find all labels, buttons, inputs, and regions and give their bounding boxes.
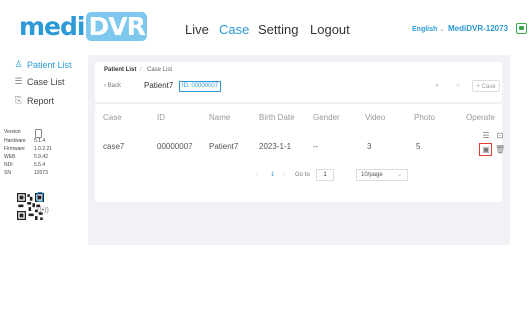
next-page-button[interactable]: ›: [283, 172, 285, 178]
patient-name: Patient7: [144, 81, 174, 90]
info-version: Version: [4, 129, 21, 135]
sidebar-item-patient-list[interactable]: ♙ Patient List: [14, 59, 72, 70]
column-header-operate: Operate: [466, 113, 495, 122]
sidebar-item-report[interactable]: ⎘ Report: [14, 95, 54, 106]
cell-birth-date: 2023-1-1: [259, 142, 292, 151]
sidebar-item-label: Report: [27, 95, 55, 106]
column-header-name: Name: [209, 113, 231, 122]
add-case-button[interactable]: + Case: [472, 80, 500, 92]
medidvr-logo: medi DVR: [19, 12, 147, 41]
prev-page-button[interactable]: ‹: [256, 172, 258, 178]
column-header-birth-date: Birth Date: [259, 113, 295, 122]
search-icon[interactable]: ⌕: [431, 80, 443, 92]
sidebar-item-label: Case List: [27, 76, 65, 87]
delete-icon[interactable]: 🗑: [495, 145, 505, 155]
top-bar: medi DVR Live Case Setting Logout English…: [0, 0, 530, 50]
page-number-current[interactable]: 1: [271, 172, 274, 178]
device-status-icon: [516, 23, 527, 34]
cell-id: 00000007: [157, 142, 193, 151]
nav-case[interactable]: Case: [219, 22, 249, 38]
cell-video-count: 3: [367, 142, 372, 151]
cell-photo-count: 5: [416, 142, 421, 151]
info-firmware: Firmware 1.0.2.21: [4, 146, 53, 152]
cell-name: Patient7: [209, 142, 239, 151]
info-hardware: Hardware 5.1.4: [4, 138, 46, 144]
goto-page-input[interactable]: 1: [316, 169, 334, 181]
back-button[interactable]: ‹ Back: [104, 83, 121, 89]
info-sn: SN 12073: [4, 170, 48, 176]
patient-id-badge: ID: 00000007: [179, 81, 222, 92]
manual-icon[interactable]: [35, 129, 42, 138]
report-icon: ⎘: [14, 95, 23, 105]
column-header-id: ID: [157, 113, 165, 122]
mobile-icon: [37, 192, 43, 202]
column-header-video: Video: [365, 113, 386, 122]
list-icon: ☰: [14, 76, 23, 86]
nav-logout[interactable]: Logout: [310, 22, 350, 38]
cell-gender: --: [313, 142, 319, 151]
column-header-case: Case: [103, 113, 122, 122]
person-icon: ♙: [14, 59, 23, 69]
device-name: MediDVR-12073: [448, 24, 509, 33]
sidebar-item-label: Patient List: [27, 59, 72, 70]
info-ndi: NDI 5.5.4: [4, 162, 46, 168]
report-edit-icon[interactable]: ▣: [481, 145, 491, 155]
column-header-gender: Gender: [313, 113, 340, 122]
breadcrumb-case-list: Case List: [147, 67, 173, 73]
column-header-photo: Photo: [414, 113, 435, 122]
detail-list-icon[interactable]: ☰: [481, 131, 491, 141]
refresh-icon[interactable]: ○: [452, 80, 464, 92]
cell-case[interactable]: case7: [103, 142, 124, 151]
language-select[interactable]: English: [412, 26, 437, 33]
wireless-icon: ((•)): [37, 207, 49, 214]
goto-label: Go to: [295, 172, 310, 178]
sidebar-item-case-list[interactable]: ☰ Case List: [14, 76, 65, 87]
info-web: WEB 5.9.42: [4, 154, 48, 160]
nav-setting[interactable]: Setting: [258, 22, 298, 38]
chevron-down-icon: ⌄: [396, 172, 402, 178]
breadcrumb-patient-list[interactable]: Patient List: [104, 67, 136, 73]
chevron-down-icon[interactable]: ⌄: [439, 25, 445, 33]
nav-live[interactable]: Live: [185, 22, 209, 38]
export-icon[interactable]: ⊡: [495, 131, 505, 141]
breadcrumb-separator: /: [140, 67, 142, 73]
page-size-select[interactable]: 10/page ⌄: [356, 169, 408, 181]
